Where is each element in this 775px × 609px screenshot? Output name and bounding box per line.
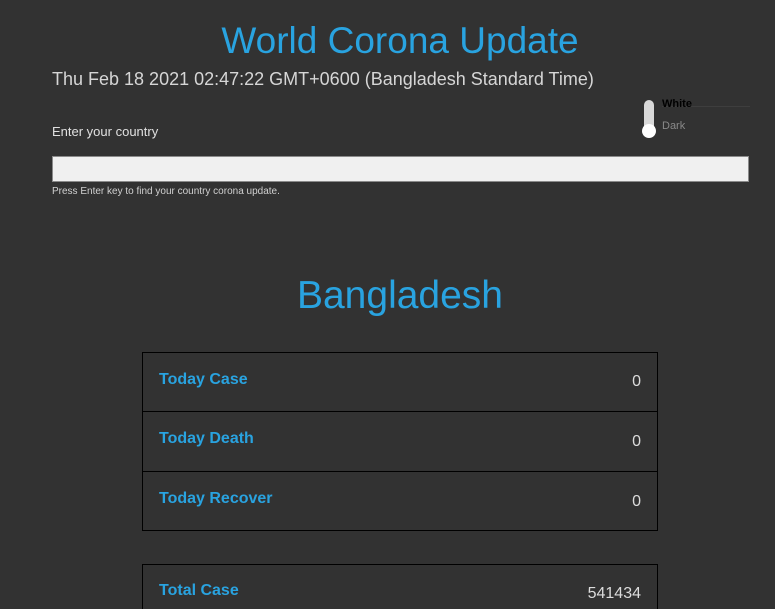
stat-value: 0 — [632, 493, 641, 510]
stat-row-today-death: Today Death 0 — [142, 411, 658, 472]
stat-row-total-case: Total Case 541434 — [142, 564, 658, 609]
theme-option-white[interactable]: White — [662, 98, 692, 110]
toggle-knob[interactable] — [642, 124, 656, 138]
stat-value: 0 — [632, 433, 641, 450]
country-input-label: Enter your country — [52, 124, 159, 139]
stat-value: 0 — [632, 373, 641, 390]
stat-label: Today Case — [159, 371, 248, 388]
country-name: Bangladesh — [296, 274, 503, 317]
country-search-input[interactable] — [52, 156, 749, 182]
stat-label: Today Death — [159, 430, 254, 447]
page: World Corona Update Thu Feb 18 2021 02:4… — [0, 0, 775, 609]
stat-row-today-recover: Today Recover 0 — [142, 471, 658, 531]
stat-label: Total Case — [159, 582, 239, 599]
stat-value: 541434 — [587, 585, 641, 602]
stat-label: Today Recover — [159, 490, 273, 507]
search-hint: Press Enter key to find your country cor… — [52, 186, 280, 197]
page-title: World Corona Update — [221, 20, 579, 61]
stat-row-today-case: Today Case 0 — [142, 352, 658, 412]
theme-option-dark[interactable]: Dark — [662, 120, 685, 132]
current-datetime: Thu Feb 18 2021 02:47:22 GMT+0600 (Bangl… — [52, 69, 594, 89]
theme-toggle[interactable]: White Dark — [642, 98, 752, 140]
